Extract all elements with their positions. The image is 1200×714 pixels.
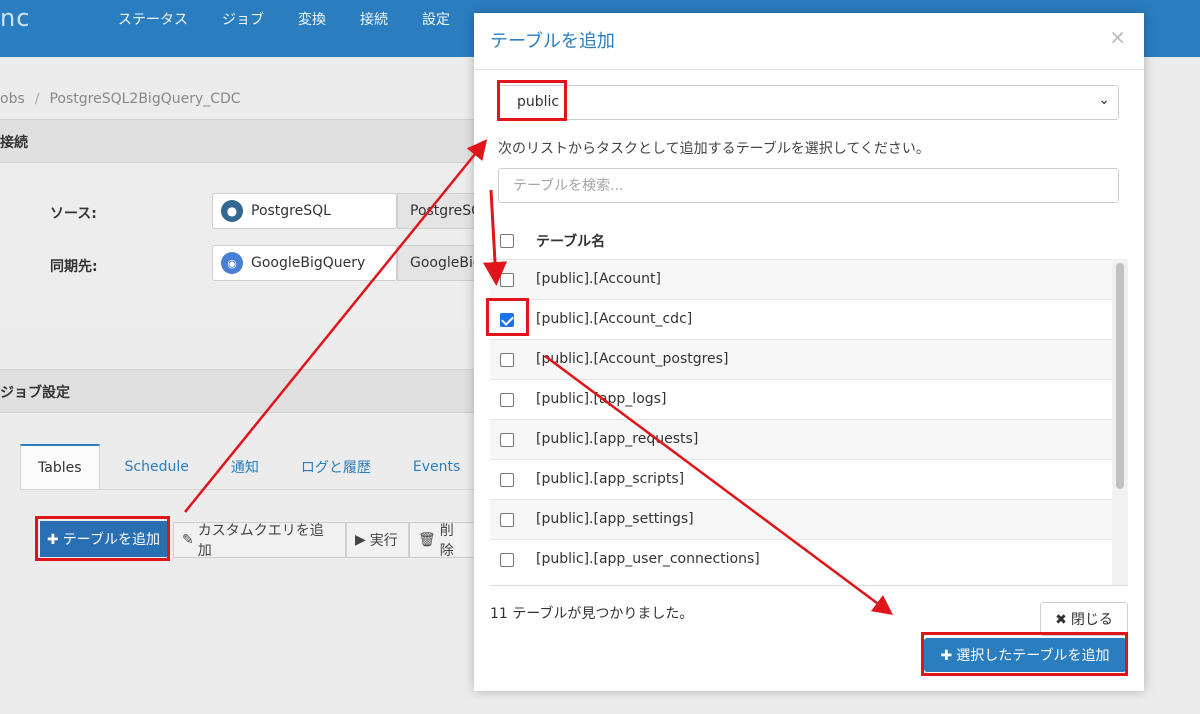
modal-header: テーブルを追加 × [474, 13, 1144, 70]
breadcrumb-root[interactable]: obs [0, 91, 25, 107]
table-row[interactable]: [public].[app_logs] [490, 379, 1112, 419]
job-settings-section-title: ジョブ設定 [0, 385, 70, 401]
row-checkbox[interactable] [500, 473, 514, 487]
scrollbar-thumb[interactable] [1116, 263, 1124, 489]
chevron-down-icon: ⌄ [1098, 92, 1110, 108]
destination-connection-name: GoogleBigQuery [251, 255, 366, 271]
table-row[interactable]: [public].[app_user_connections] [490, 539, 1112, 579]
breadcrumb: obs / PostgreSQL2BigQuery_CDC [0, 91, 241, 107]
source-connection-name: PostgreSQL [251, 203, 331, 219]
row-checkbox[interactable] [500, 513, 514, 527]
delete-button[interactable]: 🗑 削除 [409, 522, 475, 559]
table-name: [public].[Account_cdc] [536, 311, 693, 327]
table-name: [public].[app_user_connections] [536, 551, 760, 567]
tab-events[interactable]: Events [396, 444, 477, 490]
table-name: [public].[Account_postgres] [536, 351, 729, 367]
destination-connection-field[interactable]: ◉ GoogleBigQuery [212, 245, 397, 281]
row-checkbox[interactable] [500, 353, 514, 367]
add-custom-query-label: カスタムクエリを追加 [197, 523, 324, 559]
nav-status[interactable]: ステータス [118, 9, 188, 29]
close-button-label: 閉じる [1070, 611, 1113, 627]
instruction-text: 次のリストからタスクとして追加するテーブルを選択してください。 [498, 141, 930, 157]
schema-select[interactable]: public ⌄ [498, 85, 1119, 120]
main-nav: ステータス ジョブ 変換 接続 設定 [118, 9, 450, 29]
add-table-modal: テーブルを追加 × public ⌄ 次のリストからタスクとして追加するテーブル… [474, 13, 1144, 691]
table-list: [public].[Account] [public].[Account_cdc]… [490, 259, 1128, 585]
table-name: [public].[app_settings] [536, 511, 694, 527]
play-icon: ▶ [355, 532, 366, 548]
row-checkbox[interactable] [500, 553, 514, 567]
run-button[interactable]: ▶ 実行 [346, 522, 409, 558]
highlight-add-table-button [35, 516, 170, 561]
highlight-schema-select [497, 80, 567, 121]
table-list-rows: [public].[Account] [public].[Account_cdc]… [490, 259, 1128, 579]
nav-transform[interactable]: 変換 [298, 9, 326, 29]
job-settings-section-header: ジョブ設定 [0, 369, 480, 413]
table-name: [public].[app_requests] [536, 431, 699, 447]
row-checkbox[interactable] [500, 433, 514, 447]
tab-logs-history[interactable]: ログと履歴 [284, 444, 388, 490]
table-name: [public].[app_scripts] [536, 471, 685, 487]
highlight-add-selected-button [921, 632, 1128, 676]
table-list-bottom-border [490, 585, 1128, 586]
tab-tables[interactable]: Tables [20, 444, 100, 490]
table-count-text: 11 テーブルが見つかりました。 [490, 606, 694, 622]
highlight-checked-row-checkbox [486, 298, 529, 336]
job-tabs: Tables Schedule 通知 ログと履歴 Events [20, 444, 485, 490]
table-row[interactable]: [public].[app_scripts] [490, 459, 1112, 499]
nav-settings[interactable]: 設定 [422, 9, 450, 29]
destination-label: 同期先: [50, 259, 98, 275]
table-row[interactable]: [public].[app_settings] [490, 499, 1112, 539]
table-row[interactable]: [public].[app_requests] [490, 419, 1112, 459]
tab-schedule[interactable]: Schedule [108, 444, 206, 490]
breadcrumb-current: PostgreSQL2BigQuery_CDC [49, 91, 241, 107]
run-label: 実行 [369, 533, 398, 549]
nav-connections[interactable]: 接続 [360, 9, 388, 29]
table-row[interactable]: [public].[Account_postgres] [490, 339, 1112, 379]
times-icon: ✖ [1055, 610, 1067, 627]
connection-section-title: 接続 [0, 135, 28, 151]
nav-jobs[interactable]: ジョブ [222, 9, 264, 29]
brand-logo[interactable]: nc [0, 4, 30, 32]
source-connection-select-value: PostgreSQ [410, 203, 483, 219]
source-connection-field[interactable]: ● PostgreSQL [212, 193, 397, 229]
close-icon[interactable]: × [1109, 25, 1126, 49]
table-row[interactable]: [public].[Account_cdc] [490, 299, 1112, 339]
edit-icon: ✎ [182, 532, 194, 548]
table-name: [public].[app_logs] [536, 391, 667, 407]
tab-notifications[interactable]: 通知 [214, 444, 276, 490]
postgresql-icon: ● [221, 200, 243, 222]
modal-title: テーブルを追加 [490, 31, 615, 52]
row-checkbox[interactable] [500, 273, 514, 287]
breadcrumb-separator: / [34, 91, 40, 107]
connection-section-header: 接続 [0, 119, 480, 163]
tab-divider [20, 489, 480, 490]
table-list-header: テーブル名 [490, 221, 1128, 261]
delete-label: 削除 [439, 523, 454, 559]
table-row[interactable]: [public].[Account] [490, 259, 1112, 299]
row-checkbox[interactable] [500, 393, 514, 407]
destination-connection-select-value: GoogleBig [410, 255, 482, 271]
source-label: ソース: [50, 206, 97, 222]
table-list-scrollbar[interactable] [1112, 259, 1128, 585]
close-button[interactable]: ✖ 閉じる [1040, 602, 1128, 636]
select-all-checkbox[interactable] [500, 234, 514, 248]
bigquery-icon: ◉ [221, 252, 243, 274]
table-search-input[interactable] [498, 168, 1119, 203]
column-header-table-name: テーブル名 [536, 234, 606, 250]
table-name: [public].[Account] [536, 271, 661, 287]
add-custom-query-button[interactable]: ✎ カスタムクエリを追加 [173, 522, 346, 559]
trash-icon: 🗑 [418, 532, 436, 548]
